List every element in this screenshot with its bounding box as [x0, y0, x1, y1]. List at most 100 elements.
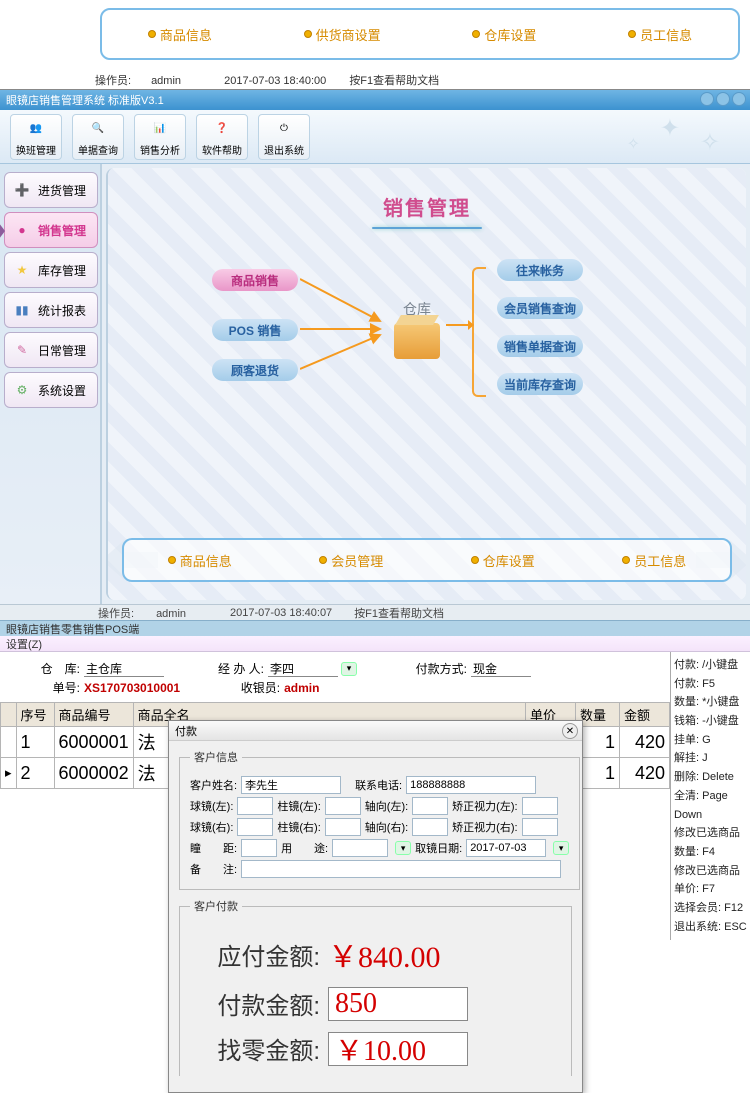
- page-title: 销售管理: [118, 192, 736, 221]
- purchase-manage-icon: ➕: [11, 179, 33, 201]
- axis-r-input[interactable]: [412, 818, 448, 836]
- arrows: [300, 271, 390, 381]
- product-sales-button[interactable]: 商品销售: [212, 269, 298, 291]
- status-bar-1: 操作员:admin 2017-07-03 18:40:00 按F1查看帮助文档: [95, 72, 459, 88]
- sales-doc-query-button[interactable]: 销售单据查询: [497, 335, 583, 357]
- main-toolbar: 👥换班管理🔍单据查询📊销售分析❓软件帮助⏻退出系统 ✦ ✧ ✧: [0, 110, 750, 164]
- member-sales-query-button[interactable]: 会员销售查询: [497, 297, 583, 319]
- use-input[interactable]: [332, 839, 388, 857]
- pd-input[interactable]: [241, 839, 277, 857]
- inventory-manage-icon: ★: [11, 259, 33, 281]
- cube-icon: [394, 323, 440, 359]
- sph-r-input[interactable]: [237, 818, 273, 836]
- sidebar-item-stat-report[interactable]: ▮▮统计报表: [4, 292, 98, 328]
- amount-due: ￥840.00: [328, 932, 441, 976]
- corr-r-input[interactable]: [522, 818, 558, 836]
- cust-name-input[interactable]: [241, 776, 341, 794]
- sidebar-item-system-settings[interactable]: ⚙系统设置: [4, 372, 98, 408]
- dialog-close-icon[interactable]: ✕: [562, 723, 578, 739]
- shortcut-hint: 修改已选商品单价: F7: [674, 862, 747, 899]
- pos-window-title: 眼镜店销售零售销售POS端: [0, 620, 750, 636]
- handler-picker-icon[interactable]: ▾: [341, 662, 357, 676]
- maximize-button[interactable]: [716, 92, 730, 106]
- sidebar-item-daily-manage[interactable]: ✎日常管理: [4, 332, 98, 368]
- top-link-product[interactable]: 商品信息: [148, 25, 212, 44]
- top-link-warehouse[interactable]: 仓库设置: [472, 25, 536, 44]
- axis-l-input[interactable]: [412, 797, 448, 815]
- corr-l-input[interactable]: [522, 797, 558, 815]
- shortcut-hint: 付款: /小键盘: [674, 656, 747, 675]
- sales-manage-icon: ●: [11, 219, 33, 241]
- bottom-link-staff[interactable]: 员工信息: [622, 551, 686, 570]
- cyl-r-input[interactable]: [325, 818, 361, 836]
- sidebar: ➕进货管理 ●销售管理 ★库存管理 ▮▮统计报表 ✎日常管理 ⚙系统设置: [0, 164, 102, 604]
- payment-dialog: 付款 ✕ 客户信息 客户姓名: 联系电话: 球镜(左): 柱镜(左): 轴向(左…: [168, 720, 583, 1093]
- bottom-link-member[interactable]: 会员管理: [319, 551, 383, 570]
- handler-input[interactable]: [268, 660, 338, 677]
- shortcut-hint: 删除: Delete: [674, 768, 747, 787]
- pos-header-form: 仓 库: 经 办 人: ▾ 付款方式: 单号: XS170703010001 收…: [0, 652, 670, 702]
- status-bar-2: 操作员:admin 2017-07-03 18:40:07 按F1查看帮助文档: [0, 604, 750, 620]
- window-title: 眼镜店销售管理系统 标准版V3.1: [6, 92, 164, 108]
- bottom-link-product[interactable]: 商品信息: [168, 551, 232, 570]
- stat-report-icon: ▮▮: [11, 299, 33, 321]
- shortcut-hint: 选择会员: F12: [674, 899, 747, 918]
- paymethod-input[interactable]: [471, 660, 531, 677]
- customer-pay-group: 客户付款 应付金额: ￥840.00 付款金额: 找零金额:: [179, 898, 572, 1076]
- customer-info-group: 客户信息 客户姓名: 联系电话: 球镜(左): 柱镜(左): 轴向(左): 矫正…: [179, 749, 580, 890]
- doc-number: XS170703010001: [84, 681, 180, 695]
- shortcut-hint: 修改已选商品数量: F4: [674, 824, 747, 861]
- system-settings-icon: ⚙: [11, 379, 33, 401]
- doc-query-icon: 🔍: [86, 116, 110, 140]
- daily-manage-icon: ✎: [11, 339, 33, 361]
- top-link-panel: 商品信息 供货商设置 仓库设置 员工信息: [100, 8, 740, 60]
- customer-return-button[interactable]: 顾客退货: [212, 359, 298, 381]
- shift-manage-icon: 👥: [24, 116, 48, 140]
- exit-system-icon: ⏻: [272, 116, 296, 140]
- pos-menu-settings[interactable]: 设置(Z): [0, 636, 750, 652]
- warehouse-cube: 仓库: [387, 299, 447, 359]
- warehouse-input[interactable]: [84, 660, 164, 677]
- minimize-button[interactable]: [700, 92, 714, 106]
- cyl-l-input[interactable]: [325, 797, 361, 815]
- sidebar-item-inventory-manage[interactable]: ★库存管理: [4, 252, 98, 288]
- pickup-date-input[interactable]: [466, 839, 546, 857]
- date-picker-icon[interactable]: ▾: [553, 841, 569, 855]
- content-pane: 销售管理 仓库 商品销售 POS 销售 顾客退货 往来帐务 会员销售查询 销售单…: [106, 168, 746, 600]
- cashier-name: admin: [284, 681, 319, 695]
- pos-sales-button[interactable]: POS 销售: [212, 319, 298, 341]
- wanglai-button[interactable]: 往来帐务: [497, 259, 583, 281]
- cust-phone-input[interactable]: [406, 776, 536, 794]
- bottom-link-panel: 商品信息 会员管理 仓库设置 员工信息: [122, 538, 732, 582]
- close-button[interactable]: [732, 92, 746, 106]
- top-link-supplier[interactable]: 供货商设置: [304, 25, 381, 44]
- dialog-title: 付款: [175, 723, 197, 739]
- sph-l-input[interactable]: [237, 797, 273, 815]
- software-help-icon: ❓: [210, 116, 234, 140]
- shortcut-hint: 全清: Page Down: [674, 787, 747, 824]
- use-dropdown-icon[interactable]: ▾: [395, 841, 411, 855]
- sales-analysis-icon: 📊: [148, 116, 172, 140]
- sales-diagram: 仓库 商品销售 POS 销售 顾客退货 往来帐务 会员销售查询 销售单据查询 当…: [212, 249, 642, 419]
- sidebar-item-purchase-manage[interactable]: ➕进货管理: [4, 172, 98, 208]
- shift-manage-button[interactable]: 👥换班管理: [10, 114, 62, 160]
- window-title-bar: 眼镜店销售管理系统 标准版V3.1: [0, 90, 750, 110]
- shortcut-hint: 数量: *小键盘: [674, 693, 747, 712]
- shortcut-panel: 付款: /小键盘付款: F5数量: *小键盘钱箱: -小键盘挂单: G解挂: J…: [670, 652, 750, 940]
- doc-query-button[interactable]: 🔍单据查询: [72, 114, 124, 160]
- sidebar-item-sales-manage[interactable]: ●销售管理: [4, 212, 98, 248]
- remark-input[interactable]: [241, 860, 561, 878]
- shortcut-hint: 挂单: G: [674, 731, 747, 750]
- shortcut-hint: 付款: F5: [674, 675, 747, 694]
- top-link-staff[interactable]: 员工信息: [628, 25, 692, 44]
- bottom-link-warehouse[interactable]: 仓库设置: [471, 551, 535, 570]
- exit-system-button[interactable]: ⏻退出系统: [258, 114, 310, 160]
- amount-paid-input[interactable]: [328, 987, 468, 1021]
- sales-analysis-button[interactable]: 📊销售分析: [134, 114, 186, 160]
- software-help-button[interactable]: ❓软件帮助: [196, 114, 248, 160]
- change-amount: [328, 1032, 468, 1066]
- shortcut-hint: 解挂: J: [674, 749, 747, 768]
- current-stock-query-button[interactable]: 当前库存查询: [497, 373, 583, 395]
- shortcut-hint: 钱箱: -小键盘: [674, 712, 747, 731]
- shortcut-hint: 退出系统: ESC: [674, 918, 747, 937]
